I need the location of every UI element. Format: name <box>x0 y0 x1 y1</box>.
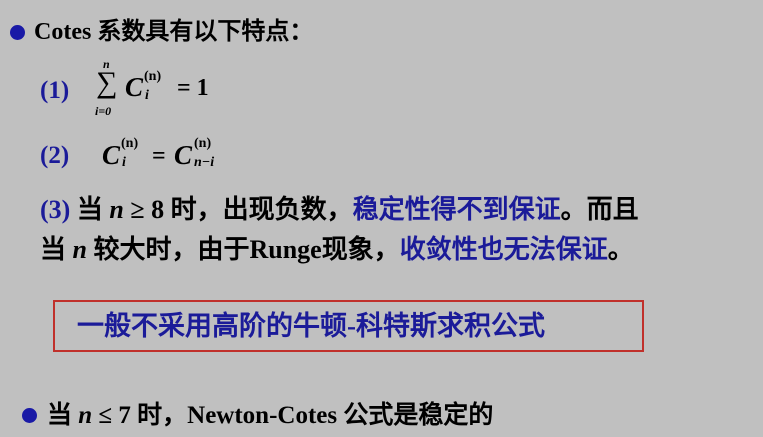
item-3-text-c: 。而且 <box>560 195 639 224</box>
variable-n: n <box>109 195 124 224</box>
coefficient-subscript: i <box>145 88 149 103</box>
left-coefficient-symbol: C <box>102 140 121 170</box>
bottom-bullet-text: 当 n ≤ 7 时，Newton-Cotes 公式是稳定的 <box>47 402 493 429</box>
item-1-label: (1) <box>40 77 70 104</box>
right-coefficient-superscript: (n) <box>194 136 212 151</box>
bottom-text-b: ≤ 7 时，Newton-Cotes 公式是稳定的 <box>92 402 494 429</box>
variable-n-3: n <box>78 402 93 429</box>
bottom-text-a: 当 <box>47 402 79 429</box>
bullet-icon <box>22 408 37 423</box>
item-2-label: (2) <box>40 142 70 169</box>
formula-1: n ∑ i=0 C (n) i = 1 <box>93 58 233 122</box>
boxed-statement: 一般不采用高阶的牛顿-科特斯求积公式 <box>53 300 644 352</box>
bottom-bullet-row: 当 n ≤ 7 时，Newton-Cotes 公式是稳定的 <box>22 403 493 428</box>
item-3-line-2: 当 n 较大时，由于Runge现象，收敛性也无法保证。 <box>40 237 634 263</box>
coefficient-superscript: (n) <box>144 69 162 84</box>
stability-warning: 稳定性得不到保证 <box>352 195 561 224</box>
convergence-warning: 收敛性也无法保证 <box>399 235 608 264</box>
equals-sign: = <box>152 143 166 169</box>
heading-row: Cotes 系数具有以下特点： <box>10 20 313 44</box>
item-3-text-b: ≥ 8 时，出现负数， <box>123 195 353 224</box>
bullet-icon <box>10 24 25 40</box>
left-coefficient-superscript: (n) <box>121 136 139 151</box>
variable-n-2: n <box>72 235 87 264</box>
item-3-label: (3) <box>40 195 71 224</box>
formula-2: C (n) i = C (n) n−i <box>102 132 262 180</box>
item-3-line-1: (3) 当 n ≥ 8 时，出现负数，稳定性得不到保证。而且 <box>40 197 639 223</box>
right-coefficient-symbol: C <box>174 140 193 170</box>
item-3-text-d: 当 <box>40 235 73 264</box>
coefficient-symbol: C <box>125 72 144 102</box>
right-coefficient-subscript: n−i <box>194 155 215 170</box>
item-3-text-f: 。 <box>607 235 634 264</box>
heading-text: Cotes 系数具有以下特点： <box>34 19 314 45</box>
left-coefficient-subscript: i <box>122 155 126 170</box>
item-3-text-a: 当 <box>76 195 110 224</box>
item-3-text-e: 较大时，由于Runge现象， <box>86 235 400 264</box>
summation-icon: ∑ <box>96 66 118 99</box>
boxed-statement-text: 一般不采用高阶的牛顿-科特斯求积公式 <box>77 311 545 341</box>
equals-one: = 1 <box>177 75 209 101</box>
sum-lower-limit: i=0 <box>95 104 112 118</box>
